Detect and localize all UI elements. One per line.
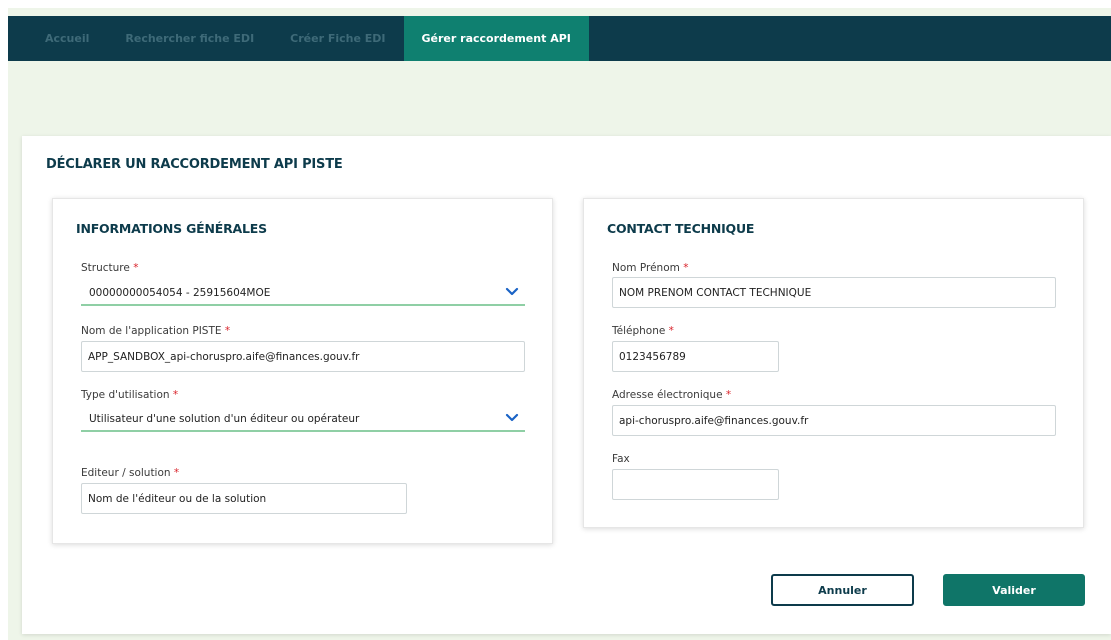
tab-gerer-raccordement-api[interactable]: Gérer raccordement API — [403, 16, 589, 61]
usage-type-select-value: Utilisateur d'une solution d'un éditeur … — [89, 412, 360, 425]
technical-contact-panel: CONTACT TECHNIQUE Nom Prénom * Téléphone… — [583, 198, 1084, 528]
usage-type-label-text: Type d'utilisation — [81, 389, 170, 401]
phone-label-text: Téléphone — [612, 325, 666, 337]
tab-accueil[interactable]: Accueil — [8, 16, 107, 61]
chevron-down-icon — [505, 413, 519, 422]
email-label-text: Adresse électronique — [612, 389, 723, 401]
cancel-button[interactable]: Annuler — [771, 574, 914, 606]
phone-input[interactable] — [612, 341, 779, 372]
tab-creer-fiche-edi[interactable]: Créer Fiche EDI — [272, 16, 403, 61]
editor-label-text: Editeur / solution — [81, 467, 171, 479]
contact-name-label-text: Nom Prénom — [612, 262, 680, 274]
required-marker: * — [133, 262, 139, 274]
tab-rechercher-fiche-edi[interactable]: Rechercher fiche EDI — [107, 16, 272, 61]
submit-button[interactable]: Valider — [943, 574, 1085, 606]
chevron-down-icon — [505, 287, 519, 296]
structure-select-value: 00000000054054 - 25915604MOE — [89, 286, 271, 299]
general-info-title: INFORMATIONS GÉNÉRALES — [76, 221, 267, 236]
editor-input[interactable] — [81, 483, 407, 514]
email-label: Adresse électronique * — [612, 389, 731, 401]
app-name-label-text: Nom de l'application PISTE — [81, 325, 222, 337]
usage-type-label: Type d'utilisation * — [81, 389, 178, 401]
structure-select[interactable]: 00000000054054 - 25915604MOE — [81, 281, 525, 306]
contact-name-input[interactable] — [612, 277, 1056, 308]
phone-label: Téléphone * — [612, 325, 674, 337]
required-marker: * — [172, 389, 179, 401]
general-info-panel: INFORMATIONS GÉNÉRALES Structure * 00000… — [52, 198, 553, 544]
usage-type-select[interactable]: Utilisateur d'une solution d'un éditeur … — [81, 407, 525, 432]
required-marker: * — [173, 467, 180, 479]
contact-name-label: Nom Prénom * — [612, 262, 688, 274]
structure-label: Structure * — [81, 262, 138, 274]
required-marker: * — [224, 325, 231, 337]
required-marker: * — [683, 262, 689, 274]
required-marker: * — [725, 389, 732, 401]
page-title: DÉCLARER UN RACCORDEMENT API PISTE — [46, 157, 343, 172]
editor-label: Editeur / solution * — [81, 467, 179, 479]
structure-label-text: Structure — [81, 262, 130, 274]
app-name-label: Nom de l'application PISTE * — [81, 325, 230, 337]
top-navigation: Accueil Rechercher fiche EDI Créer Fiche… — [8, 16, 1111, 61]
technical-contact-title: CONTACT TECHNIQUE — [607, 221, 755, 236]
fax-label-text: Fax — [612, 453, 630, 465]
fax-input[interactable] — [612, 469, 779, 500]
fax-label: Fax — [612, 453, 630, 465]
app-name-input[interactable] — [81, 341, 525, 372]
email-input[interactable] — [612, 405, 1056, 436]
required-marker: * — [668, 325, 674, 337]
